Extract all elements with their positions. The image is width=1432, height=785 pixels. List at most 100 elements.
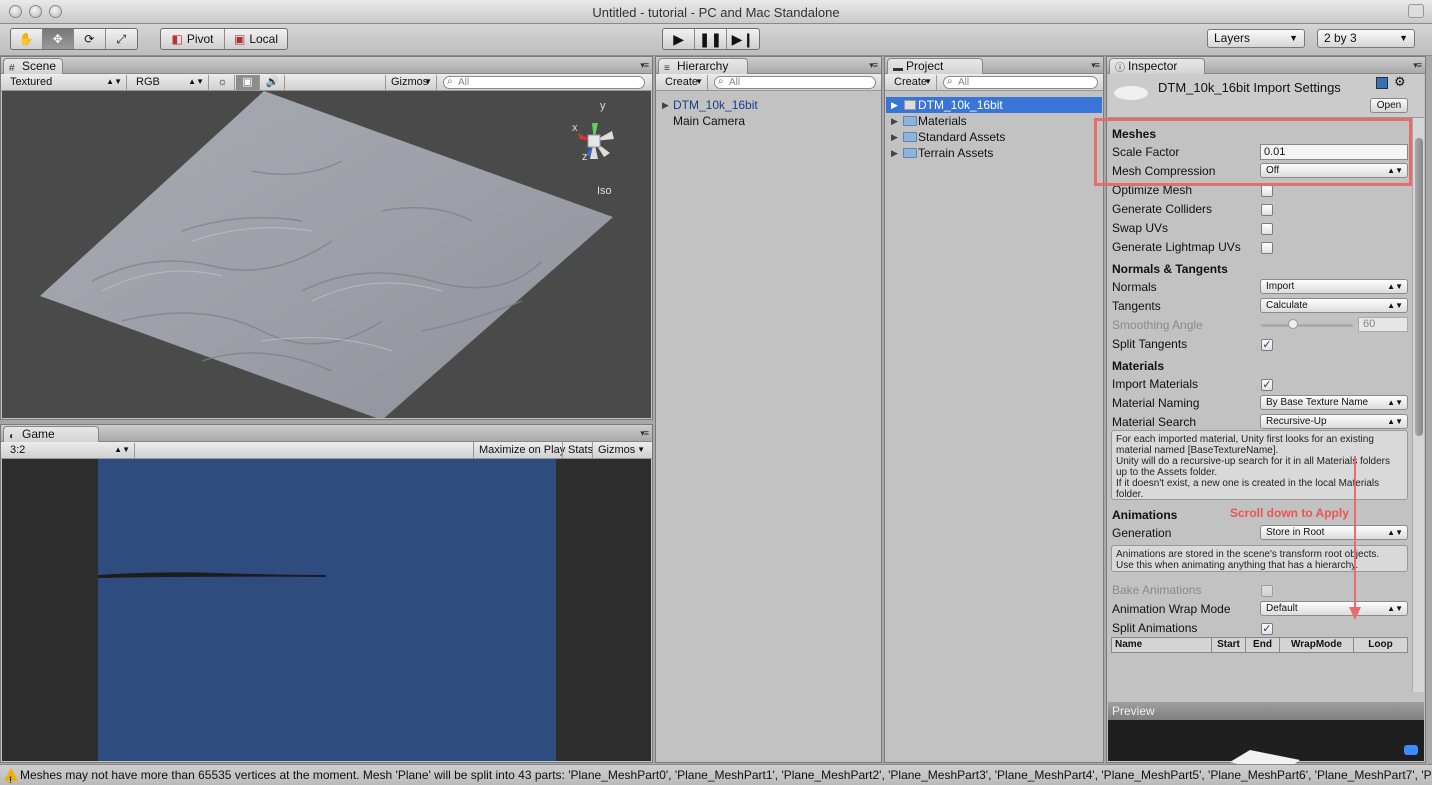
column-wrapmode: WrapMode (1280, 638, 1354, 652)
project-search-input[interactable]: ⌕ All (943, 76, 1098, 89)
pivot-label: Pivot (186, 32, 214, 46)
project-create-dropdown[interactable]: Create ▼ (889, 75, 937, 90)
tab-project-label: Project (906, 59, 944, 73)
inspector-scrollbar[interactable] (1412, 118, 1424, 692)
wrap-mode-value: Default (1266, 603, 1298, 614)
project-panel: ▬ Project ▾≡ Create ▼ ⌕ All ▶ DTM_10k_16bit … (884, 56, 1104, 763)
panel-menu-icon[interactable]: ▾≡ (640, 60, 649, 71)
audio-toggle[interactable]: 🔊 (261, 75, 285, 90)
open-button[interactable]: Open (1370, 98, 1408, 113)
swap-uvs-checkbox[interactable] (1261, 223, 1273, 235)
scene-viewport[interactable]: y x z Iso (2, 91, 651, 418)
hierarchy-create-dropdown[interactable]: Create ▼ (660, 75, 708, 90)
scene-gizmos-dropdown[interactable]: Gizmos ▼ (385, 75, 437, 90)
project-item-label: Standard Assets (918, 130, 1006, 144)
game-viewport[interactable] (2, 459, 651, 761)
scene-fx-toggle[interactable]: ▣ (236, 75, 260, 90)
smoothing-angle-input[interactable]: 60 (1358, 317, 1408, 332)
preview-viewport[interactable] (1108, 720, 1424, 774)
slider-thumb[interactable] (1288, 319, 1298, 329)
maximize-on-play-toggle[interactable]: Maximize on Play (473, 442, 570, 458)
lighting-toggle[interactable]: ☼ (211, 75, 235, 90)
scroll-down-arrow-icon (1349, 456, 1361, 620)
project-item[interactable]: ▶ Materials (886, 113, 1102, 129)
split-tangents-checkbox[interactable]: ✓ (1261, 339, 1273, 351)
maximize-label: Maximize on Play (479, 444, 566, 456)
hand-tool-button[interactable]: ✋ (11, 29, 43, 49)
color-mode-dropdown[interactable]: RGB ▲▼ (131, 75, 209, 90)
tab-inspector[interactable]: ⓘ Inspector (1109, 58, 1205, 74)
layers-dropdown[interactable]: Layers ▼ (1207, 29, 1305, 48)
step-button[interactable]: ▶❙ (727, 29, 759, 49)
scale-tool-button[interactable]: ⤢ (106, 29, 137, 49)
expand-arrow-icon[interactable]: ▶ (891, 129, 898, 145)
dropdown-arrow-icon: ▼ (1399, 33, 1408, 43)
tab-project[interactable]: ▬ Project (887, 58, 983, 74)
scroll-annotation: Scroll down to Apply (1230, 506, 1349, 520)
layout-dropdown[interactable]: 2 by 3 ▼ (1317, 29, 1415, 48)
scene-search-input[interactable]: ⌕ All (443, 76, 645, 89)
pause-icon: ❚❚ (698, 30, 723, 47)
split-animations-checkbox[interactable]: ✓ (1261, 623, 1273, 635)
rotate-tool-button[interactable]: ⟳ (74, 29, 106, 49)
bake-animations-checkbox[interactable] (1261, 585, 1273, 597)
hand-icon: ✋ (18, 32, 34, 46)
tangents-dropdown[interactable]: Calculate ▲▼ (1260, 298, 1408, 313)
pause-button[interactable]: ❚❚ (695, 29, 727, 49)
animation-clips-table-header: Name Start End WrapMode Loop (1111, 637, 1408, 653)
panel-menu-icon[interactable]: ▾≡ (1091, 60, 1100, 71)
local-button[interactable]: ▣ Local (225, 29, 287, 49)
pivot-button[interactable]: ◧ Pivot (161, 29, 225, 49)
tab-scene[interactable]: # Scene (3, 58, 63, 74)
move-tool-button[interactable]: ✥ (42, 29, 74, 49)
import-materials-checkbox[interactable]: ✓ (1261, 379, 1273, 391)
scene-orientation-gizmo[interactable] (564, 101, 644, 181)
folder-icon (903, 132, 917, 142)
project-item[interactable]: ▶ Terrain Assets (886, 145, 1102, 161)
status-bar[interactable]: ! Meshes may not have more than 65535 ve… (0, 764, 1432, 785)
expand-arrow-icon[interactable]: ▶ (891, 97, 898, 113)
generate-colliders-checkbox[interactable] (1261, 204, 1273, 216)
hierarchy-search-input[interactable]: ⌕ All (714, 76, 876, 89)
material-naming-dropdown[interactable]: By Base Texture Name ▲▼ (1260, 395, 1408, 410)
updown-arrow-icon: ▲▼ (1387, 417, 1403, 426)
generation-dropdown[interactable]: Store in Root ▲▼ (1260, 525, 1408, 540)
hierarchy-item[interactable]: ▶ DTM_10k_16bit (657, 97, 880, 113)
play-button[interactable]: ▶ (663, 29, 696, 49)
help-book-icon[interactable] (1376, 77, 1388, 89)
panel-menu-icon[interactable]: ▾≡ (640, 428, 649, 439)
render-mode-dropdown[interactable]: Textured ▲▼ (5, 75, 127, 90)
generate-lightmap-uvs-checkbox[interactable] (1261, 242, 1273, 254)
smoothing-angle-slider[interactable] (1261, 324, 1353, 327)
tab-game[interactable]: ◐ Game (3, 426, 99, 442)
gear-icon[interactable]: ⚙ (1394, 74, 1406, 90)
fullscreen-button[interactable] (1408, 4, 1424, 18)
project-item-label: Materials (918, 114, 967, 128)
expand-arrow-icon[interactable]: ▶ (891, 145, 898, 161)
expand-arrow-icon[interactable]: ▶ (891, 113, 898, 129)
split-tangents-label: Split Tangents (1112, 337, 1188, 351)
game-gizmos-dropdown[interactable]: Gizmos ▼ (592, 442, 648, 458)
scrollbar-thumb[interactable] (1415, 138, 1423, 436)
normals-label: Normals (1112, 280, 1157, 294)
tab-hierarchy[interactable]: ≡ Hierarchy (658, 58, 748, 74)
search-icon: ⌕ (447, 76, 453, 87)
wrap-mode-dropdown[interactable]: Default ▲▼ (1260, 601, 1408, 616)
aspect-dropdown[interactable]: 3:2 ▲▼ (5, 443, 135, 458)
tangents-label: Tangents (1112, 299, 1161, 313)
preview-settings-icon[interactable] (1404, 745, 1418, 755)
updown-arrow-icon: ▲▼ (114, 445, 130, 454)
normals-dropdown[interactable]: Import ▲▼ (1260, 279, 1408, 294)
panel-menu-icon[interactable]: ▾≡ (869, 60, 878, 71)
optimize-mesh-checkbox[interactable] (1261, 185, 1273, 197)
material-search-dropdown[interactable]: Recursive-Up ▲▼ (1260, 414, 1408, 429)
game-camera-view (98, 459, 556, 761)
projection-label[interactable]: Iso (597, 185, 612, 197)
project-item-selected[interactable]: ▶ DTM_10k_16bit (886, 97, 1102, 113)
play-controls: ▶ ❚❚ ▶❙ (662, 28, 760, 50)
hierarchy-item[interactable]: Main Camera (657, 113, 880, 129)
project-item[interactable]: ▶ Standard Assets (886, 129, 1102, 145)
panel-menu-icon[interactable]: ▾≡ (1413, 60, 1422, 71)
preview-header[interactable]: Preview (1108, 702, 1424, 720)
expand-arrow-icon[interactable]: ▶ (662, 97, 669, 113)
